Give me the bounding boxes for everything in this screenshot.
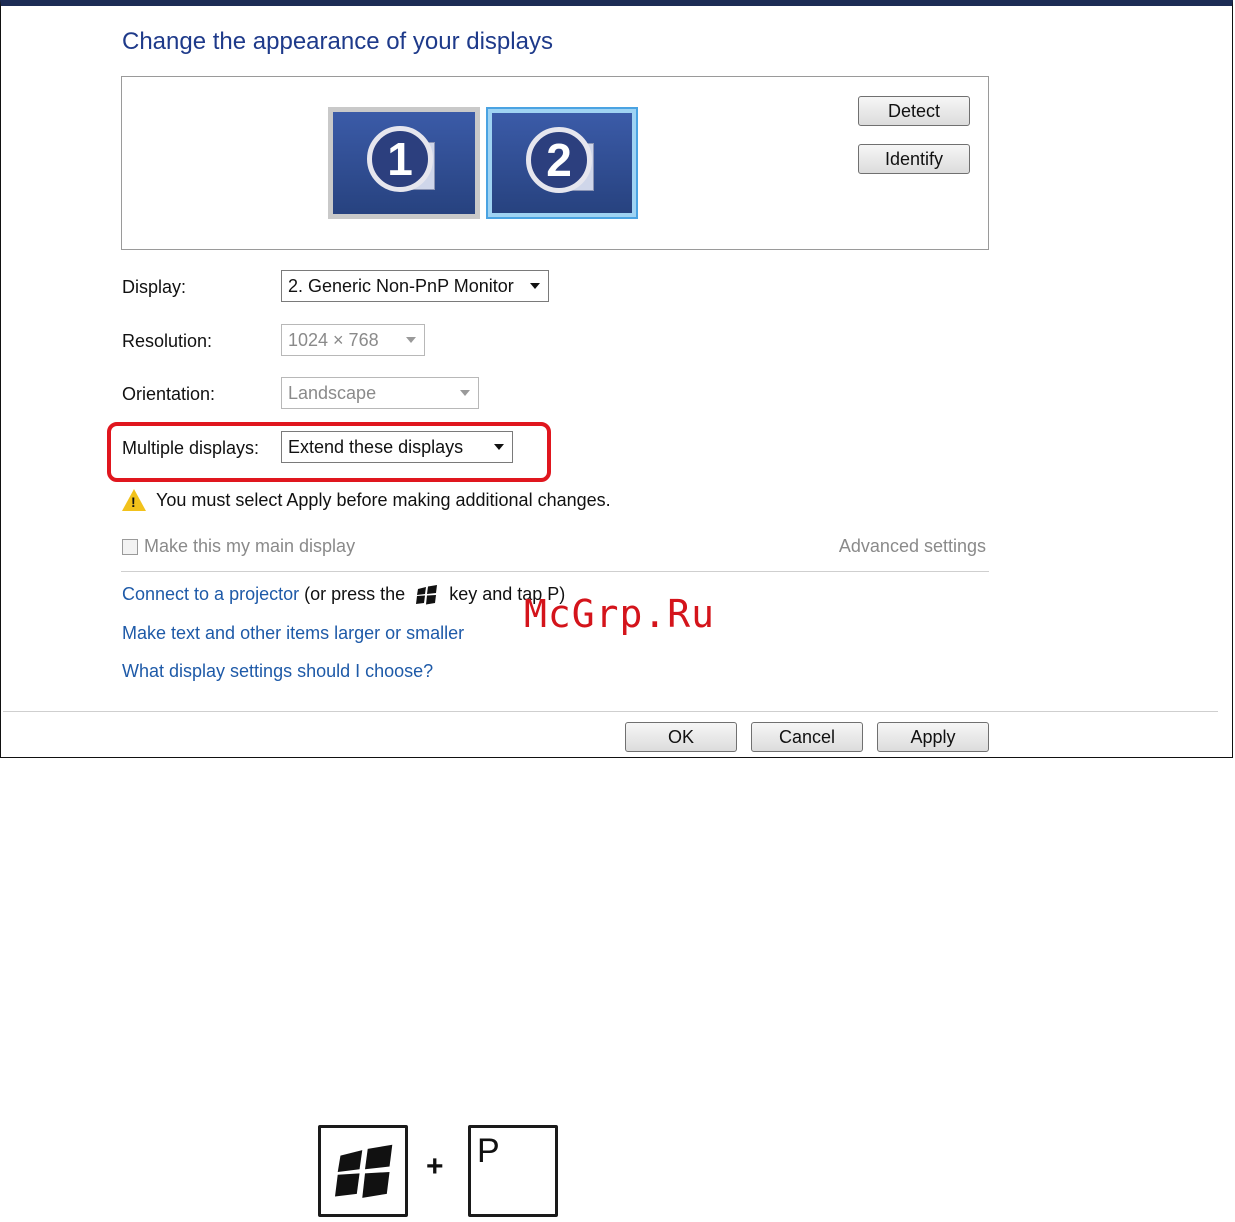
multiple-displays-select[interactable]: Extend these displays xyxy=(281,431,513,463)
orientation-select-value: Landscape xyxy=(288,382,377,403)
identify-button[interactable]: Identify xyxy=(858,144,970,174)
apply-button[interactable]: Apply xyxy=(877,722,989,752)
monitor-number-2: 2 xyxy=(526,127,592,193)
plus-sign: + xyxy=(426,1150,444,1183)
orientation-select: Landscape xyxy=(281,377,479,409)
display-select[interactable]: 2. Generic Non-PnP Monitor xyxy=(281,270,549,302)
chevron-down-icon xyxy=(406,337,416,343)
watermark: McGrp.Ru xyxy=(524,592,716,636)
p-key-label: P xyxy=(477,1132,500,1170)
orientation-label: Orientation: xyxy=(122,384,216,404)
text-size-link[interactable]: Make text and other items larger or smal… xyxy=(122,623,464,644)
main-display-option: Make this my main display xyxy=(122,536,355,557)
cancel-button[interactable]: Cancel xyxy=(751,722,863,752)
projector-hint-a: (or press the xyxy=(304,584,406,604)
monitor-number-1: 1 xyxy=(367,126,433,192)
resolution-select: 1024 × 768 xyxy=(281,324,425,356)
display-select-value: 2. Generic Non-PnP Monitor xyxy=(288,275,514,296)
ok-button[interactable]: OK xyxy=(625,722,737,752)
chevron-down-icon xyxy=(460,390,470,396)
detect-button[interactable]: Detect xyxy=(858,96,970,126)
footer-divider xyxy=(3,711,1218,712)
main-display-label: Make this my main display xyxy=(144,536,356,556)
warning-text: You must select Apply before making addi… xyxy=(156,489,611,510)
multiple-displays-value: Extend these displays xyxy=(288,436,464,457)
multiple-displays-label: Multiple displays: xyxy=(122,438,260,458)
advanced-settings-link[interactable]: Advanced settings xyxy=(839,536,986,557)
display-settings-window: Change the appearance of your displays 1… xyxy=(0,0,1233,758)
display-label: Display: xyxy=(122,277,187,297)
warning-icon: ! xyxy=(122,489,146,511)
windows-key xyxy=(318,1125,408,1217)
warning-message: ! You must select Apply before making ad… xyxy=(122,489,611,511)
projector-row: Connect to a projector (or press the key… xyxy=(122,584,565,605)
p-key: P xyxy=(468,1125,558,1217)
resolution-label: Resolution: xyxy=(122,331,213,351)
chevron-down-icon xyxy=(494,444,504,450)
windows-logo-icon xyxy=(416,585,438,605)
resolution-select-value: 1024 × 768 xyxy=(288,329,379,350)
monitor-1[interactable]: 1 xyxy=(328,107,480,219)
which-settings-link[interactable]: What display settings should I choose? xyxy=(122,661,433,682)
main-display-checkbox[interactable] xyxy=(122,538,138,555)
connect-projector-link[interactable]: Connect to a projector xyxy=(122,584,299,604)
page-title: Change the appearance of your displays xyxy=(122,28,553,55)
divider xyxy=(121,571,989,572)
monitor-arrangement-panel: 1 2 Detect Identify xyxy=(121,76,989,250)
monitor-2[interactable]: 2 xyxy=(486,107,638,219)
windows-logo-icon xyxy=(335,1144,393,1198)
chevron-down-icon xyxy=(530,283,540,289)
